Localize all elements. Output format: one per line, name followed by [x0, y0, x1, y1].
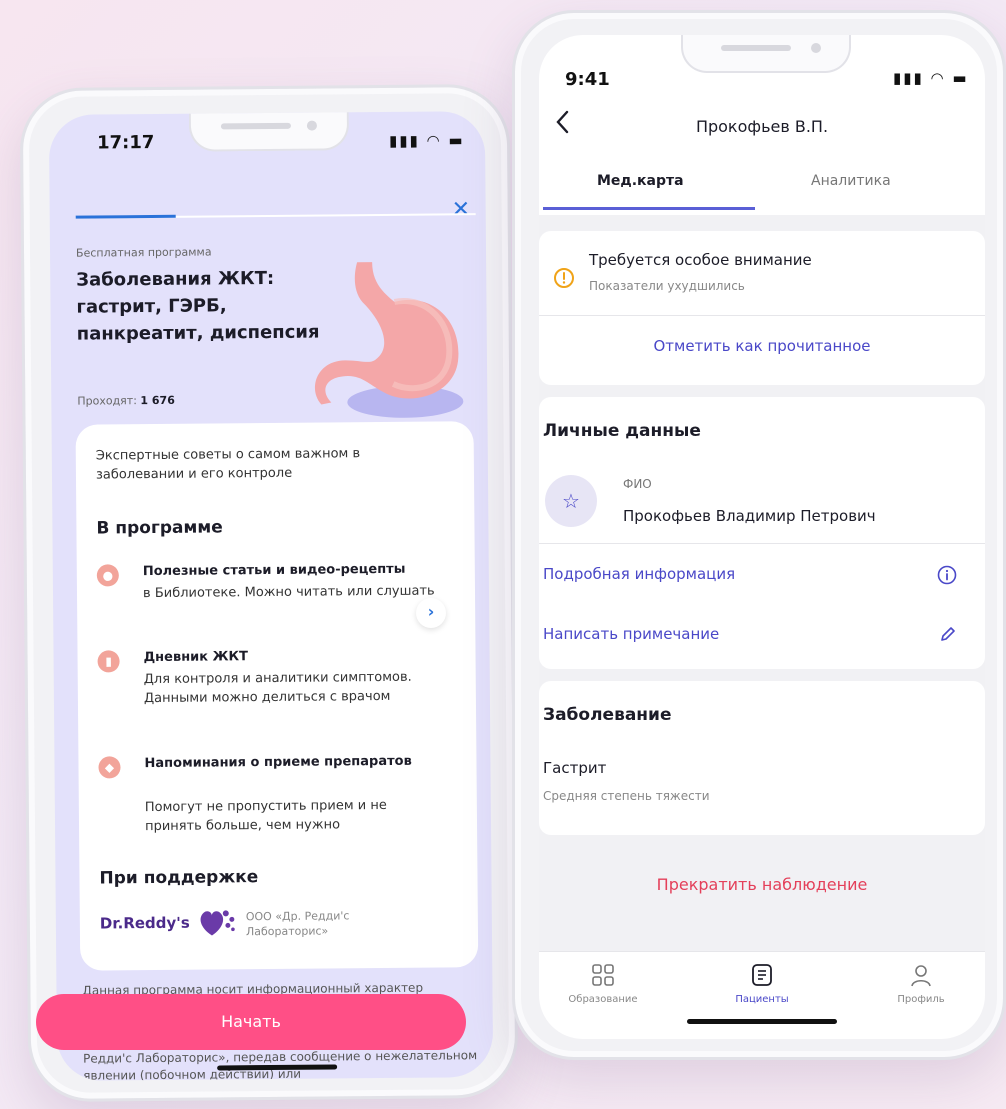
feature-item: ● Полезные статьи и видео-рецепты в Библ…	[96, 559, 457, 601]
phone-notch	[188, 111, 350, 152]
stomach-illustration	[314, 262, 464, 418]
feature-desc: в Библиотеке. Можно читать или слушать	[142, 583, 435, 602]
home-indicator	[217, 1064, 338, 1071]
feature-title: Дневник ЖКТ	[143, 649, 249, 666]
tab-medcard[interactable]: Мед.карта	[597, 173, 684, 189]
disease-severity: Средняя степень тяжести	[543, 789, 710, 803]
sponsor-logo: Dr.Reddy's	[99, 913, 190, 933]
left-phone-frame: 17:17 ▮▮▮ ◠ ▬ ✕ Бесплатная программа Заб…	[19, 83, 519, 1103]
feature-desc: Для контроля и аналитики симптомов. Данн…	[143, 669, 412, 707]
feature-title: Полезные статьи и видео-рецепты	[142, 561, 406, 580]
tab-analytics[interactable]: Аналитика	[811, 173, 891, 189]
details-link[interactable]: Подробная информация	[543, 565, 735, 583]
feature-item: ◆ Напоминания о приеме препаратов Помогу…	[98, 751, 458, 834]
pencil-icon[interactable]	[939, 625, 957, 643]
next-arrow-button[interactable]: ›	[416, 598, 446, 628]
start-button[interactable]: Начать	[36, 994, 466, 1050]
status-icons: ▮▮▮ ◠ ▬	[893, 69, 969, 87]
personal-data-card: Личные данные ☆ ФИО Прокофьев Владимир П…	[539, 397, 985, 669]
grid-icon	[592, 964, 614, 986]
note-link[interactable]: Написать примечание	[543, 625, 719, 643]
program-title: Заболевания ЖКТ: гастрит, ГЭРБ, панкреат…	[76, 267, 320, 345]
alert-title: Требуется особое внимание	[589, 251, 812, 269]
sponsor-name: ООО «Др. Редди'с Лабораторис»	[245, 909, 350, 939]
pill-icon: ◆	[98, 756, 121, 779]
nav-label: Пациенты	[735, 994, 789, 1005]
nav-item-patients[interactable]: Пациенты	[702, 962, 822, 1005]
star-icon: ☆	[545, 475, 597, 527]
status-time: 9:41	[565, 69, 610, 90]
feature-title: Напоминания о приеме препаратов	[144, 753, 412, 772]
fio-value: Прокофьев Владимир Петрович	[623, 507, 876, 525]
diary-icon: ▮	[97, 650, 120, 673]
disease-heading: Заболевание	[543, 705, 672, 725]
home-indicator	[687, 1019, 837, 1024]
user-icon	[911, 965, 931, 987]
disease-name: Гастрит	[543, 759, 607, 777]
nav-label: Профиль	[897, 994, 945, 1005]
in-program-heading: В программе	[96, 517, 223, 539]
program-type: Бесплатная программа	[75, 245, 212, 260]
status-icons: ▮▮▮ ◠ ▬	[388, 131, 465, 150]
alert-subtitle: Показатели ухудшились	[589, 279, 745, 293]
support-heading: При поддержке	[99, 867, 259, 889]
patient-screen: 9:41 ▮▮▮ ◠ ▬ Прокофьев В.П. Мед.карта Ан…	[539, 35, 985, 1039]
participants-count: Проходят: 1 676	[77, 394, 175, 408]
sponsor-heart-icon	[200, 910, 235, 936]
participants-label: Проходят:	[77, 394, 137, 408]
nav-item-education[interactable]: Образование	[543, 962, 663, 1005]
article-icon: ●	[96, 564, 119, 587]
alert-card: Требуется особое внимание Показатели уху…	[539, 231, 985, 385]
status-time: 17:17	[96, 131, 155, 154]
document-icon	[752, 964, 772, 986]
participants-number: 1 676	[140, 393, 175, 408]
fio-label: ФИО	[623, 477, 652, 491]
feature-desc: Помогут не пропустить прием и не принять…	[144, 797, 387, 835]
nav-item-profile[interactable]: Профиль	[861, 962, 981, 1005]
nav-label: Образование	[568, 994, 638, 1005]
warning-icon	[554, 268, 574, 288]
mark-read-button[interactable]: Отметить как прочитанное	[539, 337, 985, 355]
right-phone-frame: 9:41 ▮▮▮ ◠ ▬ Прокофьев В.П. Мед.карта Ан…	[512, 10, 1006, 1060]
progress-fill	[75, 214, 176, 219]
bottom-nav: Образование Пациенты Профиль	[539, 951, 985, 1039]
patient-title: Прокофьев В.П.	[695, 117, 829, 136]
close-icon[interactable]: ✕	[452, 197, 471, 222]
feature-item: ▮ Дневник ЖКТ Для контроля и аналитики с…	[97, 645, 457, 706]
phone-notch	[681, 35, 851, 73]
program-screen: 17:17 ▮▮▮ ◠ ▬ ✕ Бесплатная программа Заб…	[48, 111, 494, 1081]
program-card: Экспертные советы о самом важном в забол…	[75, 421, 479, 971]
stop-observation-button[interactable]: Прекратить наблюдение	[539, 875, 985, 894]
disease-card: Заболевание Гастрит Средняя степень тяже…	[539, 681, 985, 835]
personal-heading: Личные данные	[543, 421, 701, 441]
program-intro: Экспертные советы о самом важном в забол…	[95, 446, 361, 483]
active-tab-indicator	[543, 207, 755, 210]
info-icon[interactable]	[937, 565, 957, 585]
